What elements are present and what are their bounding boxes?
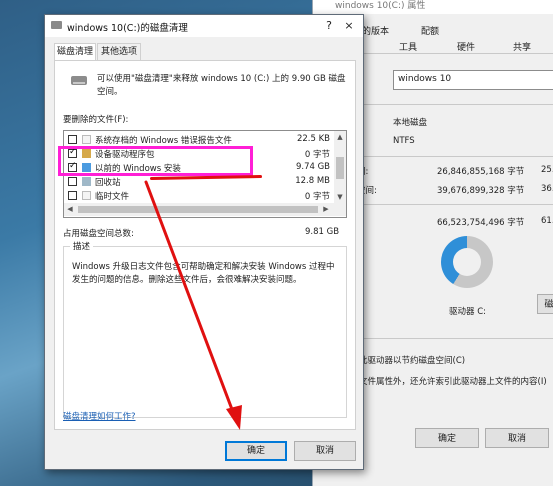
how-cleanup-works-link[interactable]: 磁盘清理如何工作? xyxy=(63,410,136,422)
properties-ok-label: 确定 xyxy=(437,434,456,444)
file-icon xyxy=(82,191,91,200)
disk-cleanup-dialog: windows 10(C:)的磁盘清理 ? × 磁盘清理 其他选项 可以使用"磁… xyxy=(44,14,364,470)
help-icon[interactable]: ? xyxy=(321,18,337,34)
file-checkbox[interactable] xyxy=(68,177,77,186)
scroll-thumb[interactable] xyxy=(336,157,344,179)
properties-ok-button[interactable]: 确定 xyxy=(415,428,479,448)
index-option[interactable]: 文件属性外，还允许索引此驱动器上文件的内容(I) xyxy=(359,375,547,387)
disk-cleanup-button-label: 磁 xyxy=(544,300,553,310)
properties-cancel-label: 取消 xyxy=(507,434,526,444)
disk-cleanup-button[interactable]: 磁 xyxy=(537,294,553,314)
properties-tab-row-2: 工具 硬件 共享 xyxy=(353,37,553,54)
divider xyxy=(357,338,553,339)
horizontal-scrollbar[interactable]: ◀ ▶ xyxy=(64,203,346,216)
file-size: 9.74 GB xyxy=(295,162,330,172)
file-name: 临时文件 xyxy=(95,192,130,202)
file-size: 22.5 KB xyxy=(296,134,330,144)
dialog-title: windows 10(C:)的磁盘清理 xyxy=(67,23,188,34)
capacity-bytes: 66,523,754,496 字节 xyxy=(437,218,525,228)
filesystem-value: NTFS xyxy=(393,136,415,146)
disk-cleanup-icon xyxy=(51,21,62,29)
recycle-bin-icon xyxy=(82,177,91,186)
tab-tools[interactable]: 工具 xyxy=(399,40,417,53)
divider xyxy=(357,104,553,105)
compress-option[interactable]: 此驱动器以节约磁盘空间(C) xyxy=(359,354,465,366)
used-space-bytes: 26,846,855,168 字节 xyxy=(437,167,525,177)
total-space-value: 9.81 GB xyxy=(305,227,340,237)
close-icon[interactable]: × xyxy=(341,18,357,34)
properties-cancel-button[interactable]: 取消 xyxy=(485,428,549,448)
cleanup-panel: 可以使用"磁盘清理"来释放 windows 10 (C:) 上的 9.90 GB… xyxy=(54,60,356,430)
volume-name-value: windows 10 xyxy=(398,74,452,84)
chevron-right-icon[interactable]: ▶ xyxy=(320,203,332,216)
dialog-title-bar: windows 10(C:)的磁盘清理 ? × xyxy=(45,15,363,37)
ok-button[interactable]: 确定 xyxy=(225,441,287,461)
properties-title-bar: windows 10(C:) 属性 xyxy=(313,0,553,14)
file-size: 0 字节 xyxy=(304,150,330,160)
highlight-annotation xyxy=(58,146,253,176)
file-checkbox[interactable] xyxy=(68,191,77,200)
tab-quota[interactable]: 配额 xyxy=(421,24,439,37)
file-icon xyxy=(82,135,91,144)
tab-hardware[interactable]: 硬件 xyxy=(457,40,475,53)
list-item[interactable]: 临时文件 0 字节 xyxy=(64,189,334,203)
description-text: Windows 升级日志文件包含可帮助确定和解决安装 Windows 过程中发生… xyxy=(72,262,335,285)
file-size: 12.8 MB xyxy=(295,176,330,186)
file-name: 回收站 xyxy=(95,178,121,188)
vertical-scrollbar[interactable]: ▲ ▼ xyxy=(334,131,346,203)
tab-more-options[interactable]: 其他选项 xyxy=(97,43,141,60)
free-space-gb: 36. xyxy=(541,184,553,194)
capacity-gb: 61. xyxy=(541,216,553,226)
used-space-gb: 25. xyxy=(541,165,553,175)
files-to-delete-label: 要删除的文件(F): xyxy=(63,115,129,125)
intro-text: 可以使用"磁盘清理"来释放 windows 10 (C:) 上的 9.90 GB… xyxy=(97,74,346,97)
chevron-up-icon[interactable]: ▲ xyxy=(334,131,346,143)
volume-name-input[interactable]: windows 10 xyxy=(393,70,553,90)
tab-disk-cleanup[interactable]: 磁盘清理 xyxy=(54,43,96,61)
tab-sharing[interactable]: 共享 xyxy=(513,40,531,53)
drive-label: 驱动器 C: xyxy=(449,307,487,317)
cancel-button[interactable]: 取消 xyxy=(294,441,356,461)
description-legend: 描述 xyxy=(70,240,94,252)
scroll-thumb[interactable] xyxy=(78,206,318,213)
drive-icon xyxy=(71,76,87,85)
free-space-bytes: 39,676,899,328 字节 xyxy=(437,186,525,196)
properties-tab-row-1: 前的版本 配额 xyxy=(353,22,553,37)
chevron-left-icon[interactable]: ◀ xyxy=(64,203,76,216)
properties-title: windows 10(C:) 属性 xyxy=(335,1,426,11)
chevron-down-icon[interactable]: ▼ xyxy=(334,191,346,203)
file-size: 0 字节 xyxy=(304,192,330,202)
total-space-label: 占用磁盘空间总数: xyxy=(63,229,134,239)
list-item[interactable]: 系统存档的 Windows 错误报告文件 22.5 KB xyxy=(64,133,334,147)
donut-hole xyxy=(453,248,481,276)
divider xyxy=(357,204,553,205)
file-name: 系统存档的 Windows 错误报告文件 xyxy=(95,136,232,146)
file-checkbox[interactable] xyxy=(68,135,77,144)
description-group: 描述 Windows 升级日志文件包含可帮助确定和解决安装 Windows 过程… xyxy=(63,240,347,418)
type-value: 本地磁盘 xyxy=(393,118,428,128)
divider xyxy=(357,156,553,157)
